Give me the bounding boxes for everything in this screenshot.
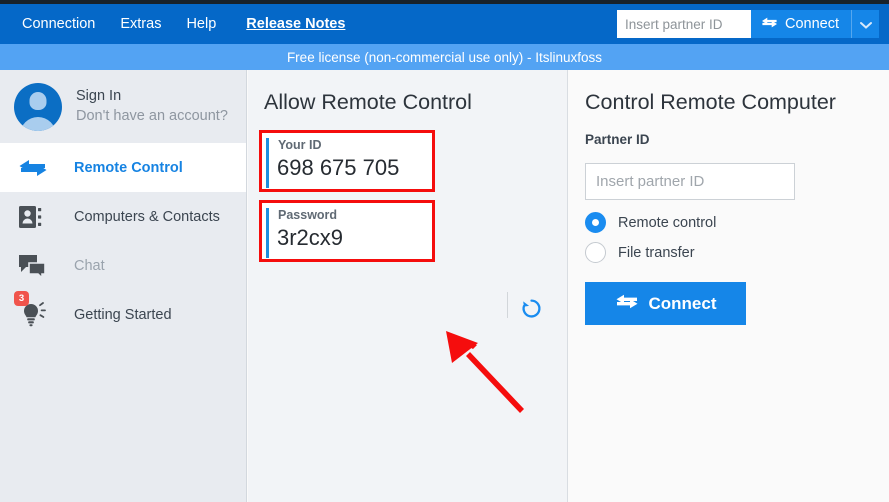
menu-bar: Connection Extras Help Release Notes Con… — [0, 4, 889, 44]
toolbar-partner-id-input[interactable] — [616, 10, 751, 38]
sidebar-item-label-computers-contacts: Computers & Contacts — [74, 208, 220, 225]
user-avatar-icon — [14, 82, 62, 131]
sidebar-account-text: Sign In Don't have an account? — [76, 87, 228, 126]
menu-release-notes[interactable]: Release Notes — [246, 17, 345, 32]
radio-remote-control[interactable]: Remote control — [585, 212, 716, 233]
sign-up-link[interactable]: Don't have an account? — [76, 107, 228, 127]
allow-remote-control-panel: Allow Remote Control Your ID 698 675 705… — [248, 70, 568, 502]
sidebar-item-getting-started[interactable]: 3 Getting Started — [0, 290, 246, 339]
radio-remote-control-indicator — [585, 212, 606, 233]
connect-button-label: Connect — [648, 293, 717, 313]
partner-id-label: Partner ID — [585, 132, 650, 147]
chat-bubble-icon — [18, 253, 54, 279]
menu-help[interactable]: Help — [186, 17, 216, 32]
menu-connection[interactable]: Connection — [22, 17, 95, 32]
toolbar-connect-button[interactable]: Connect — [750, 10, 851, 38]
partner-id-input[interactable] — [585, 163, 795, 200]
chevron-down-icon — [859, 17, 872, 32]
license-banner: Free license (non-commercial use only) -… — [0, 44, 889, 70]
control-remote-computer-panel: Control Remote Computer Partner ID Remot… — [569, 70, 889, 502]
sidebar-account-signin[interactable]: Sign In Don't have an account? — [0, 70, 246, 143]
sidebar-item-chat[interactable]: Chat — [0, 241, 246, 290]
radio-file-transfer[interactable]: File transfer — [585, 242, 695, 263]
double-arrow-icon — [761, 16, 778, 32]
field-accent-bar — [266, 208, 269, 258]
double-arrow-icon — [18, 159, 54, 177]
toolbar-connect-dropdown-button[interactable] — [851, 10, 879, 38]
allow-remote-control-title: Allow Remote Control — [264, 90, 472, 114]
refresh-password-icon[interactable] — [520, 297, 542, 319]
refresh-divider — [507, 292, 508, 318]
menu-items: Connection Extras Help Release Notes — [0, 4, 345, 44]
teamviewer-window: Connection Extras Help Release Notes Con… — [0, 0, 889, 502]
sidebar-item-computers-contacts[interactable]: Computers & Contacts — [0, 192, 246, 241]
your-id-field[interactable]: Your ID 698 675 705 — [259, 130, 435, 192]
password-label: Password — [278, 208, 338, 222]
license-banner-text: Free license (non-commercial use only) -… — [286, 49, 603, 65]
radio-file-transfer-indicator — [585, 242, 606, 263]
radio-remote-control-label: Remote control — [618, 214, 717, 231]
getting-started-badge: 3 — [14, 290, 29, 306]
password-value[interactable]: 3r2cx9 — [277, 225, 343, 251]
contacts-book-icon — [18, 204, 54, 230]
toolbar-connect-label: Connect — [784, 16, 839, 32]
sidebar-item-label-remote-control: Remote Control — [74, 159, 183, 176]
password-field[interactable]: Password 3r2cx9 — [259, 200, 435, 262]
sidebar-item-remote-control[interactable]: Remote Control — [0, 143, 246, 192]
lightbulb-icon: 3 — [14, 290, 54, 329]
radio-file-transfer-label: File transfer — [618, 244, 695, 261]
toolbar-connect-group: Connect — [616, 10, 879, 38]
double-arrow-icon — [615, 294, 639, 314]
your-id-label: Your ID — [278, 138, 322, 152]
menu-extras[interactable]: Extras — [120, 17, 161, 32]
connect-button[interactable]: Connect — [585, 282, 746, 325]
main-body: Sign In Don't have an account? Remote Co… — [0, 70, 889, 502]
sidebar: Sign In Don't have an account? Remote Co… — [0, 70, 247, 502]
control-remote-computer-title: Control Remote Computer — [585, 90, 836, 114]
sign-in-label[interactable]: Sign In — [76, 87, 228, 107]
field-accent-bar — [266, 138, 269, 188]
your-id-value[interactable]: 698 675 705 — [277, 155, 399, 181]
sidebar-item-label-getting-started: Getting Started — [74, 306, 172, 323]
sidebar-item-label-chat: Chat — [74, 257, 105, 274]
